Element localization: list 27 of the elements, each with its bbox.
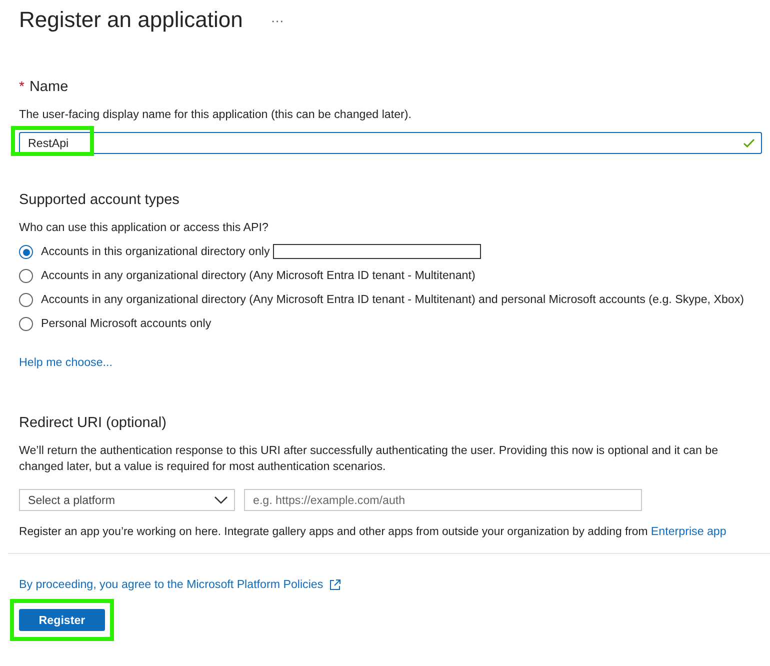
more-button[interactable]: ···: [270, 12, 284, 28]
enterprise-apps-link[interactable]: Enterprise app: [650, 525, 726, 538]
radio-label[interactable]: Accounts in any organizational directory (Any Microsoft Entra ID tenant - Multitenant): [41, 268, 476, 284]
chevron-down-icon: [214, 496, 228, 504]
radio-button[interactable]: [19, 317, 33, 331]
section-heading: Supported account types: [19, 192, 180, 208]
external-link-icon: [329, 578, 342, 590]
radio-button[interactable]: [19, 245, 33, 259]
required-mark: *: [19, 78, 24, 94]
note-text: Register an app you’re working on here. Integrate gallery apps and other apps from outside your organization by adding from Enterprise app: [19, 524, 728, 540]
radio-label[interactable]: Accounts in this organizational directory only: [41, 244, 481, 260]
policies-link[interactable]: By proceeding, you agree to the Microsoft Platform Policies: [19, 578, 324, 591]
help-link[interactable]: Help me choose...: [19, 356, 112, 369]
radio-label[interactable]: Personal Microsoft accounts only: [41, 316, 212, 332]
radio-button[interactable]: [19, 293, 33, 307]
section-heading: Redirect URI (optional): [19, 415, 168, 431]
question-text: Who can use this application or access this API?: [19, 220, 270, 236]
field-description: The user-facing display name for this application (this can be changed later).: [19, 107, 412, 123]
field-label: Name: [29, 79, 68, 95]
uri-field[interactable]: e.g. https://example.com/auth: [244, 489, 642, 511]
radio-button[interactable]: [19, 269, 33, 283]
register-button[interactable]: Register: [19, 609, 105, 631]
platform-dropdown[interactable]: Select a platform: [19, 489, 235, 511]
name-field[interactable]: RestApi: [19, 132, 762, 154]
radio-label[interactable]: Accounts in any organizational directory (Any Microsoft Entra ID tenant - Multitenant) and personal Microsoft accounts (e.g. Skype, Xbox): [41, 292, 744, 308]
redirect-description: We’ll return the authentication response to this URI after successfully authenticating the user. Providing this now is optional and it can be changed later, but a value is required for most authentication scenarios.: [19, 443, 720, 475]
page-title: Register an application: [19, 7, 243, 33]
